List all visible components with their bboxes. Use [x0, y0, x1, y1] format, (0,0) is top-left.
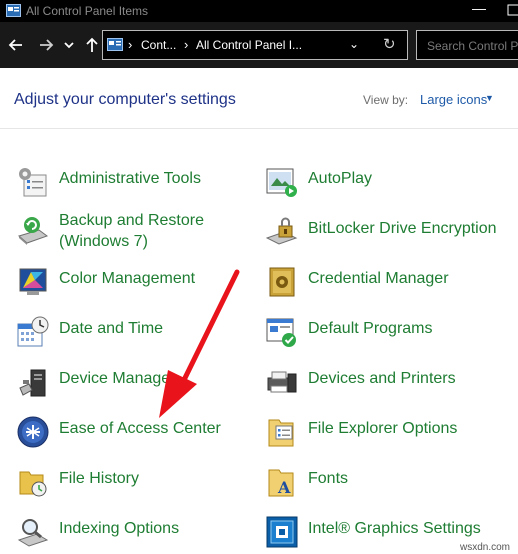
device-manager-icon [19, 369, 46, 397]
backup-restore-icon [17, 217, 49, 245]
navigation-bar: › Cont... › All Control Panel I... ⌄ ↻ S… [0, 22, 518, 68]
item-fonts[interactable]: A Fonts [266, 464, 516, 504]
fonts-icon: A [268, 469, 294, 497]
item-backup-and-restore[interactable]: Backup and Restore (Windows 7) [17, 206, 247, 256]
search-input[interactable]: Search Control Pa [416, 30, 518, 60]
date-time-icon [17, 316, 49, 347]
item-label[interactable]: AutoPlay [308, 168, 372, 189]
default-programs-icon [266, 318, 296, 347]
item-label[interactable]: Default Programs [308, 318, 433, 339]
item-color-management[interactable]: Color Management [17, 264, 247, 304]
svg-text:A: A [277, 478, 291, 497]
item-autoplay[interactable]: AutoPlay [266, 164, 516, 204]
indexing-options-icon [17, 519, 49, 547]
breadcrumb-separator-icon[interactable]: › [128, 37, 132, 52]
item-bitlocker-drive-encryption[interactable]: BitLocker Drive Encryption [266, 214, 516, 254]
item-label[interactable]: Ease of Access Center [59, 418, 221, 439]
item-label[interactable]: File Explorer Options [308, 418, 457, 439]
chevron-down-icon[interactable]: ▼ [485, 93, 494, 103]
window-title: All Control Panel Items [26, 4, 149, 18]
item-file-explorer-options[interactable]: File Explorer Options [266, 414, 516, 454]
bitlocker-icon [266, 217, 298, 245]
up-arrow-icon [86, 37, 98, 52]
credential-manager-icon [269, 267, 295, 297]
address-dropdown-icon[interactable]: ⌄ [349, 37, 359, 51]
header-divider [0, 128, 518, 129]
minimize-button[interactable]: — [456, 0, 502, 22]
item-label-line2[interactable]: (Windows 7) [59, 233, 148, 250]
item-file-history[interactable]: File History [17, 464, 247, 504]
item-devices-and-printers[interactable]: Devices and Printers [266, 364, 516, 404]
title-bar: All Control Panel Items — [0, 0, 518, 22]
view-by-dropdown[interactable]: Large icons [420, 92, 487, 107]
breadcrumb-separator-icon[interactable]: › [184, 37, 188, 52]
forward-button[interactable] [36, 35, 56, 55]
devices-printers-icon [267, 371, 297, 393]
item-label[interactable]: Devices and Printers [308, 368, 456, 389]
search-placeholder: Search Control Pa [427, 39, 518, 53]
back-arrow-icon [8, 39, 22, 51]
item-label[interactable]: Credential Manager [308, 268, 449, 289]
control-panel-icon [6, 4, 21, 17]
file-explorer-options-icon [268, 419, 294, 447]
item-label[interactable]: Fonts [308, 468, 348, 489]
item-label[interactable]: Intel® Graphics Settings [308, 518, 481, 539]
recent-locations-button[interactable] [62, 35, 76, 55]
item-ease-of-access-center[interactable]: Ease of Access Center [17, 414, 247, 454]
administrative-tools-icon [19, 168, 47, 197]
item-label[interactable]: File History [59, 468, 139, 489]
refresh-icon[interactable]: ↻ [383, 35, 396, 53]
ease-of-access-icon [17, 416, 49, 448]
item-date-and-time[interactable]: Date and Time [17, 314, 247, 354]
watermark: wsxdn.com [460, 542, 511, 553]
item-default-programs[interactable]: Default Programs [266, 314, 516, 354]
control-panel-icon [107, 38, 123, 51]
item-label[interactable]: BitLocker Drive Encryption [308, 218, 497, 239]
breadcrumb-control-panel[interactable]: Cont... [141, 38, 176, 52]
intel-graphics-icon [266, 516, 298, 548]
item-label[interactable]: Backup and Restore (Windows 7) [59, 210, 204, 252]
address-bar[interactable]: › Cont... › All Control Panel I... ⌄ ↻ [102, 30, 408, 60]
item-label[interactable]: Indexing Options [59, 518, 179, 539]
maximize-button[interactable] [506, 0, 518, 22]
autoplay-icon [266, 168, 297, 197]
item-label[interactable]: Date and Time [59, 318, 163, 339]
color-management-icon [19, 268, 47, 295]
item-label[interactable]: Device Manager [59, 368, 176, 389]
breadcrumb-all-items[interactable]: All Control Panel I... [196, 38, 302, 52]
item-administrative-tools[interactable]: Administrative Tools [17, 164, 247, 204]
view-by-label: View by: [363, 93, 409, 107]
item-label-line1[interactable]: Backup and Restore [59, 212, 204, 229]
chevron-down-icon [64, 42, 74, 49]
forward-arrow-icon [40, 39, 54, 51]
page-heading: Adjust your computer's settings [14, 91, 236, 108]
item-credential-manager[interactable]: Credential Manager [266, 264, 516, 304]
file-history-icon [19, 471, 47, 497]
back-button[interactable] [6, 35, 26, 55]
item-device-manager[interactable]: Device Manager [17, 364, 247, 404]
item-label[interactable]: Administrative Tools [59, 168, 201, 189]
up-button[interactable] [82, 35, 102, 55]
item-indexing-options[interactable]: Indexing Options [17, 514, 247, 554]
item-label[interactable]: Color Management [59, 268, 195, 289]
